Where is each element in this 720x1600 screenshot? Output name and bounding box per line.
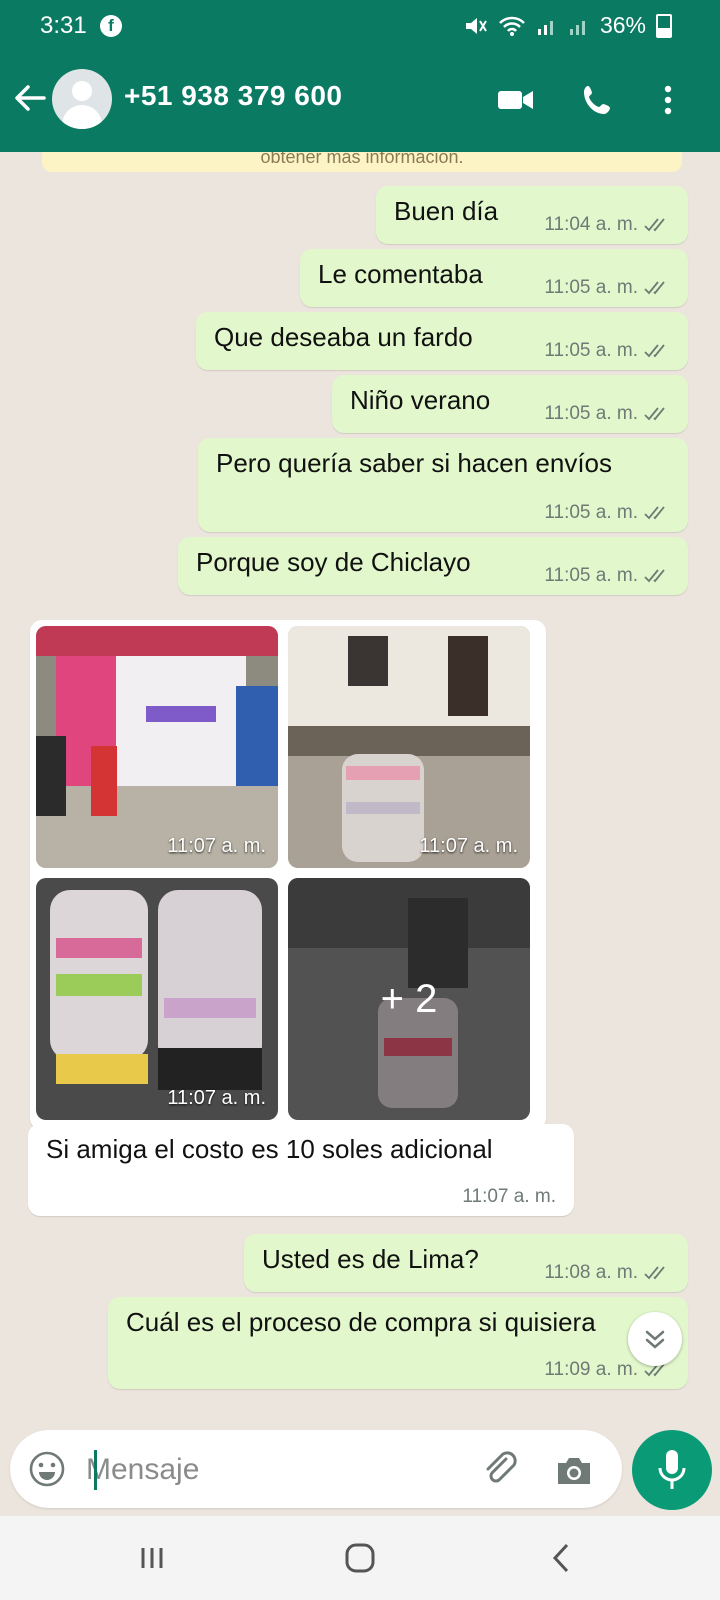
message-time: 11:09 a. m. bbox=[544, 1359, 638, 1380]
message-time: 11:05 a. m. bbox=[544, 403, 638, 424]
photo-thumbnail[interactable]: 11:07 a. m. bbox=[288, 626, 530, 868]
double-check-icon bbox=[644, 344, 665, 358]
photo-time: 11:07 a. m. bbox=[167, 835, 266, 857]
facebook-notification-icon: f bbox=[100, 15, 122, 37]
mute-icon bbox=[465, 17, 487, 34]
photo-thumbnail[interactable]: + 2 bbox=[288, 878, 530, 1120]
message-text: Pero quería saber si hacen envíos bbox=[216, 448, 613, 478]
back-arrow-icon[interactable] bbox=[10, 78, 50, 118]
message-time: 11:04 a. m. bbox=[544, 214, 638, 235]
message-meta: 11:08 a. m. bbox=[544, 1262, 670, 1284]
double-check-icon bbox=[644, 506, 665, 520]
more-photos-count: + 2 bbox=[288, 878, 530, 1120]
status-bar: 3:31 f 36% bbox=[0, 0, 720, 52]
message-bubble[interactable]: Pero quería saber si hacen envíos 11:05 … bbox=[198, 438, 688, 532]
message-time: 11:08 a. m. bbox=[544, 1262, 638, 1283]
double-check-icon bbox=[644, 1266, 665, 1280]
message-text: Le comentaba bbox=[318, 259, 483, 289]
battery-icon bbox=[656, 13, 672, 38]
message-text: Usted es de Lima? bbox=[262, 1244, 479, 1274]
microphone-icon bbox=[658, 1450, 686, 1489]
signal-icon-2 bbox=[569, 20, 585, 35]
message-time: 11:05 a. m. bbox=[544, 277, 638, 298]
message-bubble[interactable]: Porque soy de Chiclayo 11:05 a. m. bbox=[178, 537, 688, 595]
message-text: Cuál es el proceso de compra si quisiera bbox=[126, 1307, 596, 1337]
message-text: Si amiga el costo es 10 soles adicional bbox=[46, 1134, 493, 1164]
chat-header: +51 938 379 600 bbox=[0, 52, 720, 152]
message-time: 11:05 a. m. bbox=[544, 340, 638, 361]
photo-album[interactable]: 11:07 a. m. 11:07 a. m. 11:07 a. m. + 2 bbox=[30, 620, 546, 1130]
message-time: 11:05 a. m. bbox=[544, 502, 638, 523]
contact-name[interactable]: +51 938 379 600 bbox=[124, 80, 342, 112]
photo-thumbnail[interactable]: 11:07 a. m. bbox=[36, 878, 278, 1120]
package-photo bbox=[288, 626, 530, 868]
message-meta: 11:05 a. m. bbox=[544, 403, 670, 425]
status-time: 3:31 bbox=[40, 12, 87, 39]
emoji-icon[interactable] bbox=[28, 1450, 66, 1488]
battery-percent: 36% bbox=[599, 12, 646, 38]
double-chevron-down-icon bbox=[645, 1330, 665, 1349]
message-text: Porque soy de Chiclayo bbox=[196, 547, 471, 577]
voice-message-button[interactable] bbox=[632, 1430, 712, 1510]
signal-icon bbox=[537, 20, 553, 35]
message-bubble[interactable]: Cuál es el proceso de compra si quisiera… bbox=[108, 1297, 688, 1389]
message-time: 11:05 a. m. bbox=[544, 565, 638, 586]
message-composer bbox=[10, 1430, 622, 1508]
camera-icon[interactable] bbox=[554, 1450, 594, 1490]
top-bar: 3:31 f 36% +51 938 379 600 bbox=[0, 0, 720, 152]
message-input[interactable] bbox=[86, 1450, 466, 1490]
storefront-photo bbox=[36, 626, 278, 868]
attach-icon[interactable] bbox=[480, 1449, 520, 1489]
message-time: 11:07 a. m. bbox=[462, 1186, 556, 1207]
message-meta: 11:05 a. m. bbox=[544, 340, 670, 362]
chat-area[interactable]: obtener más información. Buen día 11:04 … bbox=[0, 152, 720, 1422]
photo-time: 11:07 a. m. bbox=[167, 1087, 266, 1109]
message-meta: 11:05 a. m. bbox=[544, 565, 670, 587]
home-icon[interactable] bbox=[338, 1536, 382, 1580]
double-check-icon bbox=[644, 407, 665, 421]
double-check-icon bbox=[644, 281, 665, 295]
message-bubble[interactable]: Niño verano 11:05 a. m. bbox=[332, 375, 688, 433]
wifi-icon bbox=[499, 16, 525, 36]
message-text: Que deseaba un fardo bbox=[214, 322, 473, 352]
message-bubble[interactable]: Buen día 11:04 a. m. bbox=[376, 186, 688, 244]
message-meta: 11:05 a. m. bbox=[544, 502, 670, 524]
double-check-icon bbox=[644, 218, 665, 232]
text-cursor bbox=[94, 1450, 97, 1490]
message-text: Niño verano bbox=[350, 385, 491, 415]
security-notice[interactable]: obtener más información. bbox=[42, 152, 682, 172]
more-options-icon[interactable] bbox=[646, 78, 690, 122]
photo-thumbnail[interactable]: 11:07 a. m. bbox=[36, 626, 278, 868]
phone-call-icon[interactable] bbox=[576, 78, 620, 122]
message-meta: 11:04 a. m. bbox=[544, 214, 670, 236]
message-bubble[interactable]: Que deseaba un fardo 11:05 a. m. bbox=[196, 312, 688, 370]
status-indicators: 36% bbox=[464, 12, 672, 39]
avatar[interactable] bbox=[52, 69, 112, 129]
message-bubble[interactable]: Le comentaba 11:05 a. m. bbox=[300, 249, 688, 307]
video-call-icon[interactable] bbox=[494, 78, 538, 122]
back-icon[interactable] bbox=[540, 1536, 584, 1580]
recent-apps-icon[interactable] bbox=[130, 1536, 174, 1580]
message-meta: 11:05 a. m. bbox=[544, 277, 670, 299]
system-navigation-bar bbox=[0, 1516, 720, 1600]
message-bubble[interactable]: Usted es de Lima? 11:08 a. m. bbox=[244, 1234, 688, 1292]
message-text: Buen día bbox=[394, 196, 499, 226]
scroll-to-bottom-button[interactable] bbox=[628, 1312, 682, 1366]
double-check-icon bbox=[644, 569, 665, 583]
message-meta: 11:07 a. m. bbox=[462, 1186, 556, 1208]
photo-time: 11:07 a. m. bbox=[419, 835, 518, 857]
message-bubble[interactable]: Si amiga el costo es 10 soles adicional … bbox=[28, 1124, 574, 1216]
bundles-photo bbox=[36, 878, 278, 1120]
